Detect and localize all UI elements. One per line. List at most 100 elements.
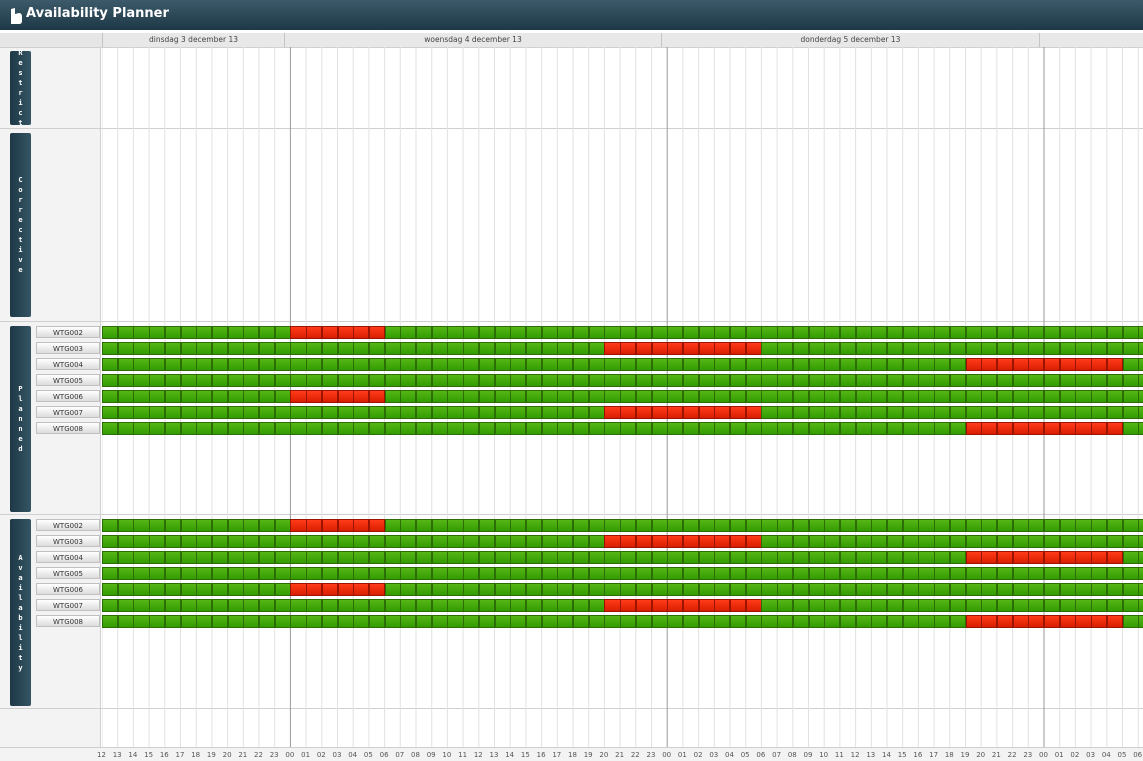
available-cell[interactable] [635,326,652,339]
available-cell[interactable] [290,567,307,580]
unavailable-cell[interactable] [1106,615,1123,628]
unavailable-cell[interactable] [1091,615,1108,628]
available-cell[interactable] [698,374,715,387]
available-cell[interactable] [196,599,213,612]
available-cell[interactable] [855,615,872,628]
available-cell[interactable] [887,599,904,612]
available-cell[interactable] [588,422,605,435]
available-cell[interactable] [494,358,511,371]
available-cell[interactable] [416,406,433,419]
available-cell[interactable] [730,583,747,596]
available-cell[interactable] [1044,519,1061,532]
unavailable-cell[interactable] [321,583,338,596]
available-cell[interactable] [682,390,700,403]
available-cell[interactable] [102,406,119,419]
available-cell[interactable] [839,342,857,355]
available-cell[interactable] [887,519,904,532]
available-cell[interactable] [525,615,543,628]
available-cell[interactable] [431,342,448,355]
available-cell[interactable] [573,422,590,435]
available-cell[interactable] [965,390,982,403]
available-cell[interactable] [887,535,904,548]
available-cell[interactable] [541,422,558,435]
available-cell[interactable] [1091,567,1108,580]
available-cell[interactable] [525,535,543,548]
available-cell[interactable] [211,390,229,403]
available-cell[interactable] [400,551,417,564]
available-cell[interactable] [259,615,276,628]
available-cell[interactable] [133,342,150,355]
available-cell[interactable] [180,551,197,564]
available-cell[interactable] [431,583,448,596]
available-cell[interactable] [902,535,919,548]
unavailable-cell[interactable] [353,326,370,339]
available-cell[interactable] [698,567,715,580]
available-cell[interactable] [478,406,495,419]
available-cell[interactable] [274,406,291,419]
available-cell[interactable] [243,422,260,435]
available-cell[interactable] [557,342,574,355]
available-cell[interactable] [839,374,857,387]
available-cell[interactable] [117,535,134,548]
available-cell[interactable] [871,406,888,419]
available-cell[interactable] [494,519,511,532]
available-cell[interactable] [1028,567,1045,580]
available-cell[interactable] [1075,342,1092,355]
unavailable-cell[interactable] [1044,551,1061,564]
available-cell[interactable] [1091,583,1108,596]
available-cell[interactable] [934,535,951,548]
available-cell[interactable] [211,583,229,596]
available-cell[interactable] [259,358,276,371]
available-cell[interactable] [368,599,386,612]
available-cell[interactable] [525,390,543,403]
available-cell[interactable] [478,358,495,371]
available-cell[interactable] [337,406,354,419]
available-cell[interactable] [525,583,543,596]
available-cell[interactable] [588,374,605,387]
unavailable-cell[interactable] [321,326,338,339]
unavailable-cell[interactable] [682,406,700,419]
available-cell[interactable] [1075,406,1092,419]
available-cell[interactable] [730,326,747,339]
available-cell[interactable] [588,567,605,580]
available-cell[interactable] [510,406,527,419]
available-cell[interactable] [164,583,181,596]
available-cell[interactable] [431,374,448,387]
available-cell[interactable] [227,326,244,339]
available-cell[interactable] [149,406,166,419]
unavailable-cell[interactable] [337,519,354,532]
available-cell[interactable] [259,374,276,387]
unavailable-cell[interactable] [368,390,386,403]
available-cell[interactable] [211,422,229,435]
available-cell[interactable] [447,406,464,419]
unavailable-cell[interactable] [981,358,998,371]
available-cell[interactable] [384,374,401,387]
available-cell[interactable] [274,583,291,596]
available-cell[interactable] [431,567,448,580]
available-cell[interactable] [384,567,401,580]
available-cell[interactable] [494,374,511,387]
available-cell[interactable] [259,567,276,580]
available-cell[interactable] [196,358,213,371]
available-cell[interactable] [306,551,323,564]
available-cell[interactable] [353,551,370,564]
unavailable-cell[interactable] [1075,422,1092,435]
available-cell[interactable] [211,326,229,339]
available-cell[interactable] [573,551,590,564]
available-cell[interactable] [274,326,291,339]
available-cell[interactable] [133,390,150,403]
available-cell[interactable] [1059,567,1076,580]
available-cell[interactable] [902,599,919,612]
unavailable-cell[interactable] [635,535,652,548]
available-cell[interactable] [934,390,951,403]
available-cell[interactable] [573,374,590,387]
available-cell[interactable] [573,535,590,548]
available-cell[interactable] [761,519,778,532]
available-cell[interactable] [102,567,119,580]
available-cell[interactable] [353,406,370,419]
available-cell[interactable] [133,615,150,628]
available-cell[interactable] [259,551,276,564]
available-cell[interactable] [981,406,998,419]
available-cell[interactable] [965,535,982,548]
unavailable-cell[interactable] [604,535,621,548]
